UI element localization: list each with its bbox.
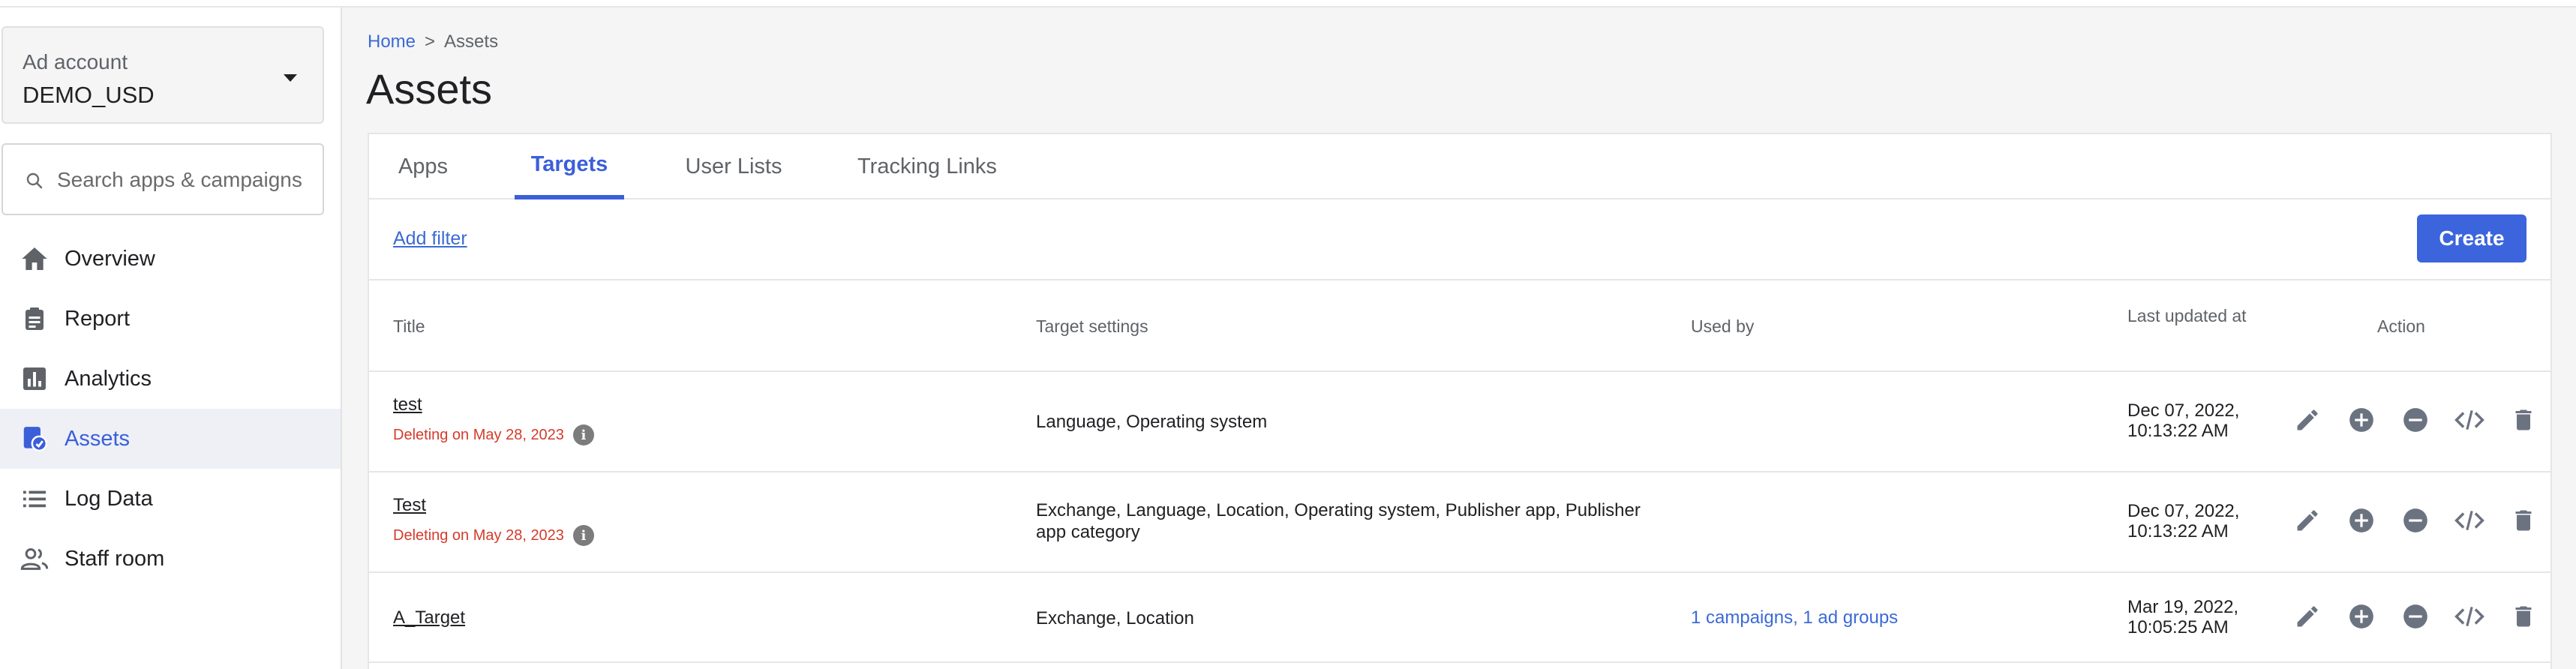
sidebar-item-label: Assets xyxy=(65,426,131,451)
column-header-target-settings: Target settings xyxy=(1036,316,1148,336)
column-header-used-by: Used by xyxy=(1691,316,1755,336)
last-updated-date: Mar 19, 2022, xyxy=(2127,597,2239,617)
last-updated-date: Dec 07, 2022, xyxy=(2127,400,2240,421)
sidebar-item-label: Analytics xyxy=(65,366,152,391)
tab-bar: Apps Targets User Lists Tracking Links xyxy=(369,134,2550,200)
assets-icon xyxy=(20,424,50,454)
deletion-notice-text: Deleting on May 28, 2023 xyxy=(393,526,564,544)
home-icon xyxy=(20,244,50,274)
page-title: Assets xyxy=(366,65,493,112)
target-title-link[interactable]: test xyxy=(393,394,422,416)
code-icon[interactable] xyxy=(2442,598,2496,634)
target-title-link[interactable]: Test xyxy=(393,495,426,516)
row-actions xyxy=(2280,502,2550,538)
code-icon[interactable] xyxy=(2442,502,2496,538)
breadcrumb-home-link[interactable]: Home xyxy=(368,32,416,52)
add-circle-icon[interactable] xyxy=(2334,598,2388,634)
breadcrumb-separator: > xyxy=(425,32,436,52)
deletion-notice-text: Deleting on May 28, 2023 xyxy=(393,426,564,443)
target-settings: Language, Operating system xyxy=(1036,412,1268,432)
column-header-title: Title xyxy=(393,316,425,336)
row-actions xyxy=(2280,402,2550,438)
column-header-action: Action xyxy=(2377,316,2425,336)
sidebar-item-report[interactable]: Report xyxy=(0,289,341,349)
edit-icon[interactable] xyxy=(2280,502,2334,538)
last-updated-time: 10:13:22 AM xyxy=(2127,521,2229,542)
ad-account-label: Ad account xyxy=(23,50,128,74)
delete-icon[interactable] xyxy=(2496,502,2550,538)
add-circle-icon[interactable] xyxy=(2334,402,2388,438)
sidebar-item-staff-room[interactable]: Staff room xyxy=(0,529,341,589)
tab-apps[interactable]: Apps xyxy=(386,134,461,200)
remove-circle-icon[interactable] xyxy=(2388,402,2442,438)
last-updated: Mar 19, 2022, 10:05:25 AM xyxy=(2127,597,2238,638)
last-updated-time: 10:05:25 AM xyxy=(2127,617,2229,638)
column-header-last-updated: Last updated at xyxy=(2127,306,2247,326)
tab-user-lists[interactable]: User Lists xyxy=(672,134,795,200)
sidebar-item-analytics[interactable]: Analytics xyxy=(0,349,341,409)
breadcrumb-current: Assets xyxy=(444,32,499,52)
sidebar-nav: Overview Report Analytics Assets Log Dat… xyxy=(0,229,341,589)
sidebar-item-log-data[interactable]: Log Data xyxy=(0,469,341,529)
remove-circle-icon[interactable] xyxy=(2388,598,2442,634)
last-updated: Dec 07, 2022, 10:13:22 AM xyxy=(2127,400,2239,441)
info-icon[interactable]: i xyxy=(572,525,594,546)
table-header: Title Target settings Used by Last updat… xyxy=(369,280,2550,372)
edit-icon[interactable] xyxy=(2280,598,2334,634)
top-bar xyxy=(0,0,2576,8)
remove-circle-icon[interactable] xyxy=(2388,502,2442,538)
search-box xyxy=(2,143,324,215)
target-title-link[interactable]: A_Target xyxy=(393,608,465,628)
assets-card: Apps Targets User Lists Tracking Links A… xyxy=(368,133,2552,669)
sidebar-item-label: Report xyxy=(65,306,131,331)
target-settings: Exchange, Language, Location, Operating … xyxy=(1036,500,1641,542)
deletion-notice: Deleting on May 28, 2023 i xyxy=(393,424,594,446)
table-row: A_Target Exchange, Location 1 campaigns,… xyxy=(369,573,2550,663)
sidebar-item-label: Staff room xyxy=(65,546,165,571)
people-icon xyxy=(20,544,50,574)
add-filter-link[interactable]: Add filter xyxy=(393,228,467,250)
info-icon[interactable]: i xyxy=(572,424,594,446)
ad-account-selector[interactable]: Ad account DEMO_USD xyxy=(2,26,324,124)
sidebar-item-label: Overview xyxy=(65,246,155,271)
tab-targets[interactable]: Targets xyxy=(515,134,624,200)
code-icon[interactable] xyxy=(2442,402,2496,438)
caret-down-icon xyxy=(284,74,297,82)
deletion-notice: Deleting on May 28, 2023 i xyxy=(393,525,594,546)
delete-icon[interactable] xyxy=(2496,598,2550,634)
last-updated-date: Dec 07, 2022, xyxy=(2127,501,2240,521)
ad-account-value: DEMO_USD xyxy=(23,82,155,108)
filter-bar: Add filter Create xyxy=(369,200,2550,280)
delete-icon[interactable] xyxy=(2496,402,2550,438)
search-input[interactable] xyxy=(57,163,312,197)
breadcrumb: Home > Assets xyxy=(368,32,498,52)
sidebar: Ad account DEMO_USD Overview Report xyxy=(0,8,342,669)
table-row: Test Deleting on May 28, 2023 i Exchange… xyxy=(369,472,2550,573)
last-updated-time: 10:13:22 AM xyxy=(2127,421,2229,441)
used-by-link[interactable]: 1 campaigns, 1 ad groups xyxy=(1691,608,1898,628)
bar-chart-icon xyxy=(20,364,50,394)
sidebar-item-assets[interactable]: Assets xyxy=(0,409,341,469)
last-updated: Dec 07, 2022, 10:13:22 AM xyxy=(2127,501,2239,542)
edit-icon[interactable] xyxy=(2280,402,2334,438)
row-actions xyxy=(2280,598,2550,634)
clipboard-icon xyxy=(20,304,50,334)
create-button[interactable]: Create xyxy=(2417,214,2526,262)
list-icon xyxy=(20,484,50,514)
target-settings: Exchange, Location xyxy=(1036,608,1194,628)
sidebar-item-label: Log Data xyxy=(65,486,153,511)
add-circle-icon[interactable] xyxy=(2334,502,2388,538)
tab-tracking-links[interactable]: Tracking Links xyxy=(842,134,1013,200)
table-row: test Deleting on May 28, 2023 i Language… xyxy=(369,372,2550,472)
sidebar-item-overview[interactable]: Overview xyxy=(0,229,341,289)
search-icon xyxy=(26,172,43,189)
